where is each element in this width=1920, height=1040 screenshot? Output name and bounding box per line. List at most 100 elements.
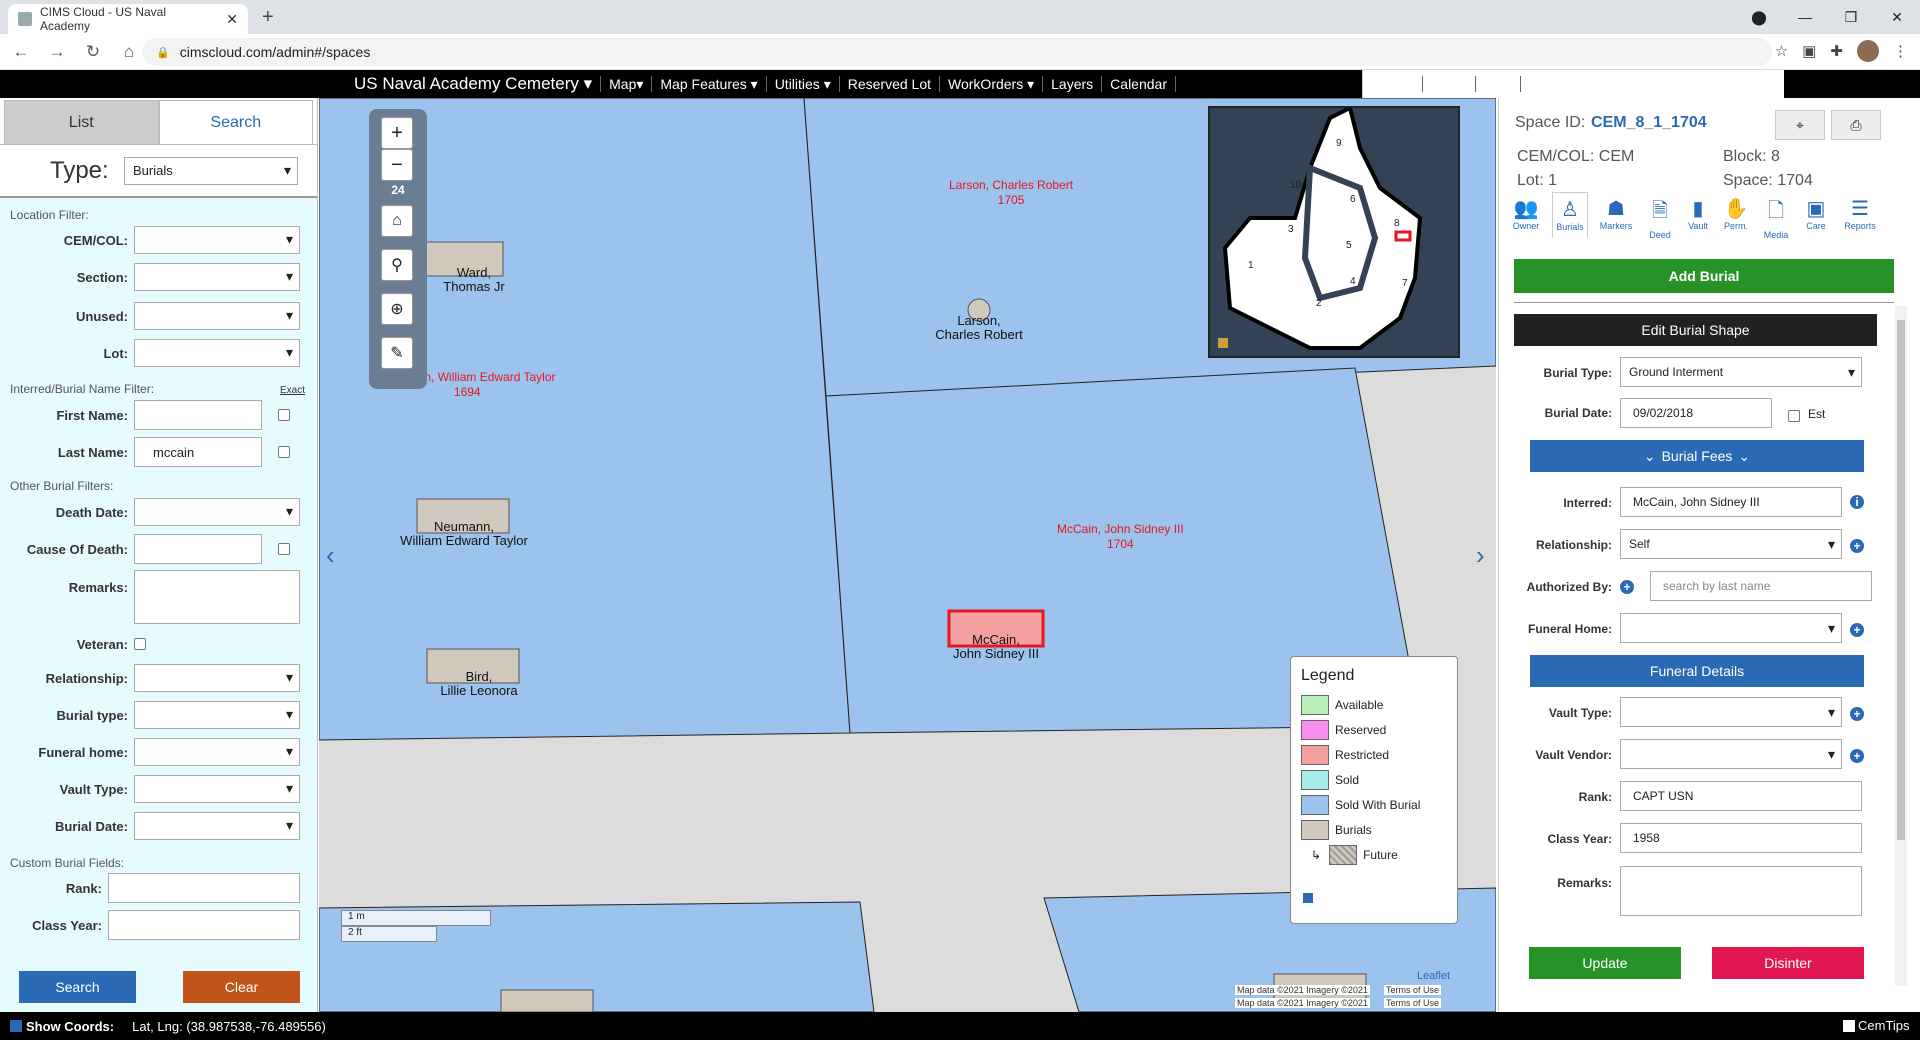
vault-vendor-select[interactable] [1620, 739, 1842, 769]
burial-ward[interactable]: Ward, Thomas Jr [414, 266, 534, 294]
tab-perm[interactable]: ✋ Perm. [1718, 196, 1754, 231]
vault-type-select[interactable] [1620, 697, 1842, 727]
funeral-details-toggle[interactable]: Funeral Details [1530, 655, 1864, 687]
clear-button[interactable]: Clear [183, 971, 300, 1003]
minimize-icon[interactable]: — [1782, 0, 1828, 34]
nav-layers[interactable]: Layers [1043, 76, 1103, 92]
close-tab-icon[interactable]: ✕ [226, 11, 238, 28]
add-relationship-icon[interactable]: + [1850, 539, 1864, 553]
leaflet-attribution[interactable]: Leaflet [1417, 970, 1450, 982]
veteran-checkbox[interactable] [134, 638, 146, 650]
nav-workorders[interactable]: WorkOrders ▾ [940, 76, 1044, 92]
tab-search[interactable]: Search [158, 100, 313, 144]
funeral-home-select[interactable] [134, 738, 300, 766]
rank-input[interactable] [108, 873, 300, 903]
minimap-expand-icon[interactable] [1218, 338, 1228, 348]
first-name-input[interactable] [134, 400, 262, 430]
unused-select[interactable] [134, 302, 300, 330]
tab-markers[interactable]: ☗ Markers [1598, 196, 1634, 231]
extension-icon[interactable]: ▣ [1802, 42, 1816, 60]
print-icon[interactable]: ⎙ [1831, 110, 1881, 140]
cemtips-checkbox[interactable] [1843, 1020, 1855, 1032]
burial-date-select[interactable] [134, 812, 300, 840]
est-checkbox[interactable] [1788, 410, 1800, 422]
nav-help[interactable]: Help▾ [1423, 76, 1476, 92]
show-coords-checkbox[interactable] [10, 1020, 22, 1032]
terms-link-1[interactable]: Terms of Use [1384, 985, 1442, 995]
burial-date-input[interactable]: 09/02/2018 [1620, 398, 1772, 428]
interred-input[interactable]: McCain, John Sidney III [1620, 487, 1842, 517]
back-icon[interactable]: ← [6, 42, 36, 62]
relationship-select[interactable]: Self [1620, 529, 1842, 559]
last-name-exact-checkbox[interactable] [278, 446, 290, 458]
map-locate-icon[interactable]: ⌖ [1775, 110, 1825, 140]
avatar[interactable] [1857, 40, 1879, 62]
zoom-search-icon[interactable]: ⊕ [381, 293, 413, 325]
cemetery-menu[interactable]: US Naval Academy Cemetery ▾ [346, 75, 602, 92]
cause-exact-checkbox[interactable] [278, 543, 290, 555]
burial-bird[interactable]: Bird, Lillie Leonora [419, 670, 539, 698]
measure-ruler-icon[interactable]: ✎ [381, 337, 413, 369]
death-date-select[interactable] [134, 498, 300, 526]
burial-mccain[interactable]: McCain, John Sidney III [936, 633, 1056, 661]
legend-collapse-icon[interactable] [1303, 893, 1313, 903]
last-name-input[interactable]: mccain [134, 437, 262, 467]
burial-neumann[interactable]: Neumann, William Edward Taylor [379, 520, 549, 548]
first-name-exact-checkbox[interactable] [278, 409, 290, 421]
right-panel-scrollbar[interactable] [1895, 306, 1907, 986]
cause-of-death-input[interactable] [134, 534, 262, 564]
browser-tab[interactable]: CIMS Cloud - US Naval Academy ✕ [8, 4, 248, 34]
burial-larson[interactable]: Larson, Charles Robert [919, 314, 1039, 342]
collapse-right-panel-icon[interactable]: › [1476, 540, 1485, 571]
rank-input[interactable]: CAPT USN [1620, 781, 1862, 811]
tab-burials[interactable]: ♙ Burials [1552, 192, 1588, 238]
new-tab-icon[interactable]: + [262, 6, 274, 29]
lot-select[interactable] [134, 339, 300, 367]
authorized-by-input[interactable]: search by last name [1650, 571, 1872, 601]
remarks-textarea[interactable] [1620, 866, 1862, 916]
terms-link-2[interactable]: Terms of Use [1384, 998, 1442, 1008]
profile-menu-icon[interactable]: ⬤ [1736, 0, 1782, 34]
edit-burial-shape-button[interactable]: Edit Burial Shape [1514, 314, 1877, 346]
home-icon[interactable]: ⌂ [114, 42, 144, 62]
burial-type-select[interactable] [134, 701, 300, 729]
add-burial-button[interactable]: Add Burial [1514, 259, 1894, 293]
class-year-input[interactable] [108, 910, 300, 940]
class-year-input[interactable]: 1958 [1620, 823, 1862, 853]
nav-utilities[interactable]: Utilities ▾ [767, 76, 840, 92]
bookmark-star-icon[interactable]: ☆ [1775, 42, 1788, 60]
nav-logout[interactable]: Logout [1363, 76, 1423, 92]
tab-vault[interactable]: ▮ Vault [1680, 196, 1716, 231]
nav-calendar[interactable]: Calendar [1102, 76, 1176, 92]
remarks-textarea[interactable] [134, 570, 300, 624]
nav-print[interactable]: Print [1476, 76, 1522, 92]
address-bar[interactable]: 🔒 cimscloud.com/admin#/spaces [142, 38, 1772, 66]
kebab-menu-icon[interactable]: ⋮ [1893, 42, 1908, 60]
maximize-icon[interactable]: ❐ [1828, 0, 1874, 34]
tab-owner[interactable]: 👥 Owner [1508, 196, 1544, 231]
zoom-in-icon[interactable]: + [381, 117, 413, 149]
zoom-out-icon[interactable]: − [381, 149, 413, 181]
home-view-icon[interactable]: ⌂ [381, 205, 413, 237]
tab-reports[interactable]: ☰ Reports [1842, 196, 1878, 231]
locate-person-icon[interactable]: ⚲ [381, 249, 413, 281]
section-select[interactable] [134, 263, 300, 291]
add-vault-type-icon[interactable]: + [1850, 707, 1864, 721]
tab-care[interactable]: ▣ Care [1798, 196, 1834, 231]
nav-map[interactable]: Map▾ [601, 76, 653, 92]
update-button[interactable]: Update [1529, 947, 1681, 979]
tab-media[interactable]: 🗋 Media [1758, 196, 1794, 240]
nav-reserved-lot[interactable]: Reserved Lot [840, 76, 941, 92]
close-window-icon[interactable]: ✕ [1874, 0, 1920, 34]
disinter-button[interactable]: Disinter [1712, 947, 1864, 979]
funeral-home-select[interactable] [1620, 613, 1842, 643]
type-select[interactable]: Burials [124, 156, 298, 185]
burial-fees-toggle[interactable]: ⌄ Burial Fees ⌄ [1530, 440, 1864, 472]
tab-list[interactable]: List [4, 100, 159, 144]
nav-admin[interactable]: Admin [1521, 76, 1577, 92]
search-button[interactable]: Search [19, 971, 136, 1003]
collapse-left-panel-icon[interactable]: ‹ [326, 540, 335, 571]
puzzle-icon[interactable]: ✚ [1830, 42, 1843, 60]
burial-type-select[interactable]: Ground Interment [1620, 357, 1862, 387]
add-vault-vendor-icon[interactable]: + [1850, 749, 1864, 763]
